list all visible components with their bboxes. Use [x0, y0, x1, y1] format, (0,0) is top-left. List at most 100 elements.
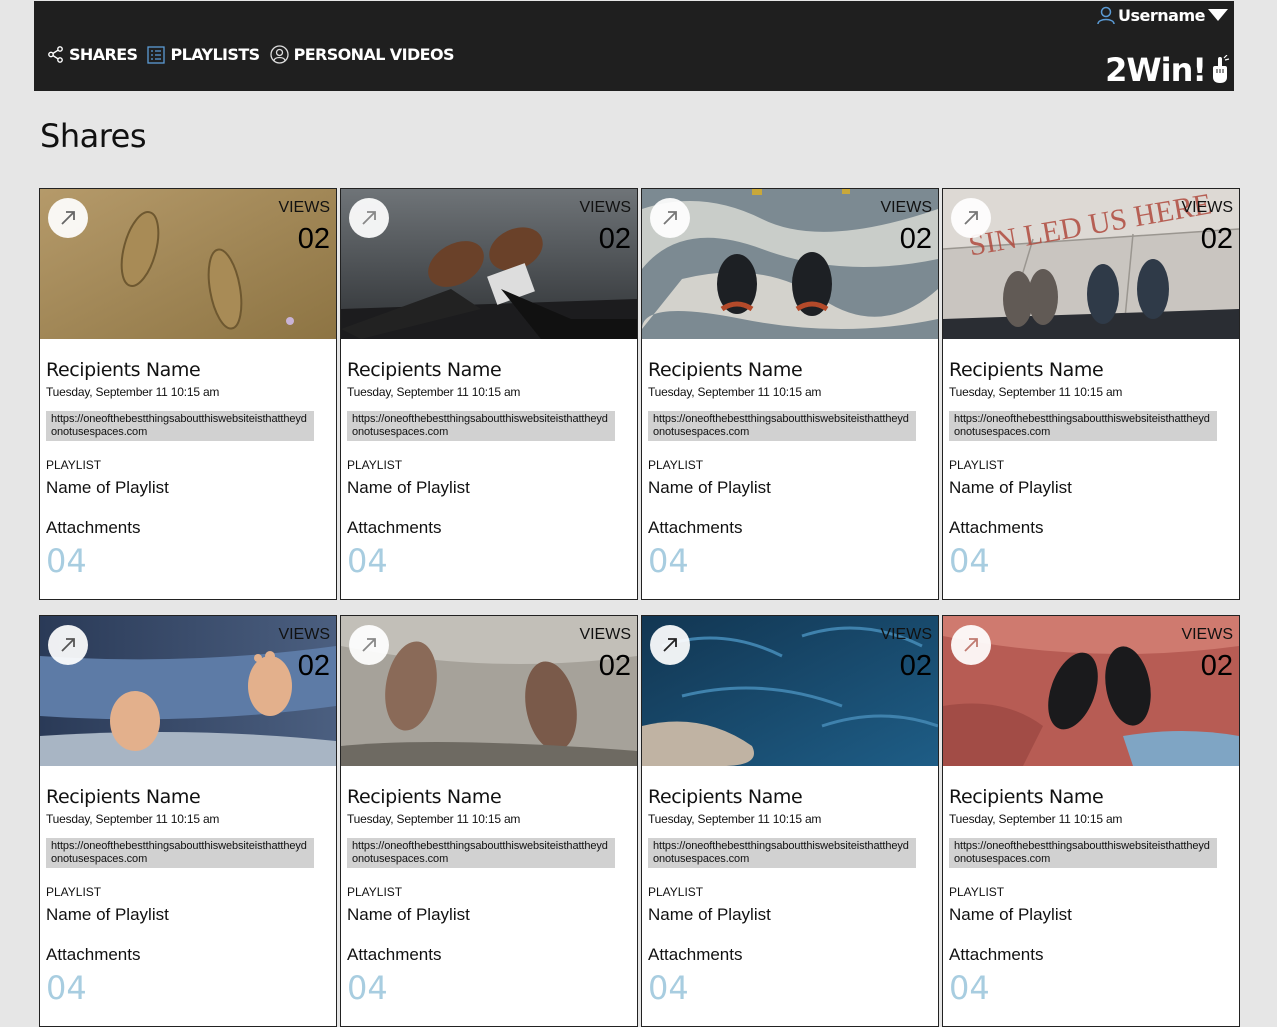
- brand-logo[interactable]: 2Win!: [1105, 51, 1230, 89]
- open-share-button[interactable]: [951, 625, 991, 665]
- playlist-name[interactable]: Name of Playlist: [648, 905, 932, 925]
- open-share-button[interactable]: [48, 198, 88, 238]
- attachments-count: 04: [648, 969, 689, 1007]
- share-url[interactable]: https://oneofthebestthingsaboutthiswebsi…: [648, 838, 916, 868]
- attachments-count: 04: [347, 542, 388, 580]
- main-nav: SHARES PLAYLISTS PERSONAL VIDEOS: [47, 45, 464, 64]
- attachments-label: Attachments: [347, 945, 442, 964]
- views-count: 02: [297, 223, 330, 255]
- open-share-button[interactable]: [349, 198, 389, 238]
- views-label: VIEWS: [579, 626, 631, 643]
- share-url[interactable]: https://oneofthebestthingsaboutthiswebsi…: [347, 411, 615, 441]
- share-url[interactable]: https://oneofthebestthingsaboutthiswebsi…: [949, 838, 1217, 868]
- views-count: 02: [598, 650, 631, 682]
- playlist-label: PLAYLIST: [648, 458, 704, 472]
- user-circle-icon: [269, 45, 289, 64]
- attachments-label: Attachments: [347, 518, 442, 537]
- arrow-up-right-icon: [362, 638, 376, 652]
- attachments-label: Attachments: [949, 518, 1044, 537]
- views-label: VIEWS: [1181, 199, 1233, 216]
- attachments-label: Attachments: [46, 945, 141, 964]
- share-url[interactable]: https://oneofthebestthingsaboutthiswebsi…: [46, 411, 314, 441]
- username-label: Username: [1118, 5, 1205, 25]
- video-thumbnail[interactable]: VIEWS 02: [642, 189, 938, 339]
- arrow-up-right-icon: [663, 638, 677, 652]
- recipient-name: Recipients Name: [46, 786, 201, 808]
- share-date: Tuesday, September 11 10:15 am: [949, 385, 1123, 399]
- views-label: VIEWS: [880, 626, 932, 643]
- video-thumbnail[interactable]: VIEWS 02: [642, 616, 938, 766]
- playlist-label: PLAYLIST: [46, 458, 102, 472]
- share-url[interactable]: https://oneofthebestthingsaboutthiswebsi…: [648, 411, 916, 441]
- video-thumbnail[interactable]: VIEWS 02: [341, 616, 637, 766]
- playlist-name[interactable]: Name of Playlist: [949, 905, 1233, 925]
- views-label: VIEWS: [278, 626, 330, 643]
- list-icon: [147, 45, 166, 64]
- brand-name: 2Win!: [1105, 51, 1207, 89]
- open-share-button[interactable]: [650, 625, 690, 665]
- share-date: Tuesday, September 11 10:15 am: [648, 812, 822, 826]
- share-url[interactable]: https://oneofthebestthingsaboutthiswebsi…: [46, 838, 314, 868]
- nav-playlists-label: PLAYLISTS: [170, 45, 260, 64]
- share-card: VIEWS 02 Recipients Name Tuesday, Septem…: [641, 188, 939, 600]
- views-count: 02: [297, 650, 330, 682]
- recipient-name: Recipients Name: [949, 786, 1104, 808]
- nav-shares[interactable]: SHARES: [47, 45, 138, 64]
- attachments-label: Attachments: [46, 518, 141, 537]
- share-card: VIEWS 02 Recipients Name Tuesday, Septem…: [39, 188, 337, 600]
- share-date: Tuesday, September 11 10:15 am: [949, 812, 1123, 826]
- share-date: Tuesday, September 11 10:15 am: [46, 812, 220, 826]
- share-url[interactable]: https://oneofthebestthingsaboutthiswebsi…: [949, 411, 1217, 441]
- playlist-name[interactable]: Name of Playlist: [648, 478, 932, 498]
- attachments-count: 04: [949, 969, 990, 1007]
- share-card: VIEWS 02 Recipients Name Tuesday, Septem…: [942, 615, 1240, 1027]
- views-label: VIEWS: [278, 199, 330, 216]
- nav-personal-videos[interactable]: PERSONAL VIDEOS: [269, 45, 455, 64]
- arrow-up-right-icon: [663, 211, 677, 225]
- playlist-name[interactable]: Name of Playlist: [347, 905, 631, 925]
- nav-playlists[interactable]: PLAYLISTS: [147, 45, 260, 64]
- open-share-button[interactable]: [650, 198, 690, 238]
- video-thumbnail[interactable]: VIEWS 02: [40, 616, 336, 766]
- open-share-button[interactable]: [349, 625, 389, 665]
- video-thumbnail[interactable]: VIEWS 02: [40, 189, 336, 339]
- attachments-label: Attachments: [648, 518, 743, 537]
- attachments-label: Attachments: [648, 945, 743, 964]
- open-share-button[interactable]: [48, 625, 88, 665]
- video-thumbnail[interactable]: SIN LED US HERE VIEWS 02: [943, 189, 1239, 339]
- recipient-name: Recipients Name: [347, 786, 502, 808]
- playlist-name[interactable]: Name of Playlist: [46, 478, 330, 498]
- top-bar: Username SHARES PLAYLISTS PERSONAL VIDEO…: [34, 1, 1234, 91]
- nav-personal-videos-label: PERSONAL VIDEOS: [293, 45, 455, 64]
- playlist-label: PLAYLIST: [347, 458, 403, 472]
- video-thumbnail[interactable]: VIEWS 02: [341, 189, 637, 339]
- arrow-up-right-icon: [964, 638, 978, 652]
- views-label: VIEWS: [1181, 626, 1233, 643]
- share-card: VIEWS 02 Recipients Name Tuesday, Septem…: [39, 615, 337, 1027]
- hand-icon: [1213, 55, 1230, 83]
- user-menu[interactable]: Username: [1096, 5, 1228, 25]
- share-date: Tuesday, September 11 10:15 am: [46, 385, 220, 399]
- open-share-button[interactable]: [951, 198, 991, 238]
- arrow-up-right-icon: [362, 211, 376, 225]
- video-thumbnail[interactable]: VIEWS 02: [943, 616, 1239, 766]
- playlist-label: PLAYLIST: [949, 885, 1005, 899]
- share-date: Tuesday, September 11 10:15 am: [648, 385, 822, 399]
- playlist-label: PLAYLIST: [949, 458, 1005, 472]
- share-icon: [48, 46, 63, 63]
- playlist-name[interactable]: Name of Playlist: [949, 478, 1233, 498]
- views-count: 02: [1200, 223, 1233, 255]
- playlist-label: PLAYLIST: [46, 885, 102, 899]
- share-card: SIN LED US HERE VIEWS 02 Recipients Name…: [942, 188, 1240, 600]
- views-label: VIEWS: [880, 199, 932, 216]
- playlist-name[interactable]: Name of Playlist: [347, 478, 631, 498]
- attachments-count: 04: [347, 969, 388, 1007]
- attachments-count: 04: [648, 542, 689, 580]
- attachments-count: 04: [46, 542, 87, 580]
- playlist-name[interactable]: Name of Playlist: [46, 905, 330, 925]
- share-url[interactable]: https://oneofthebestthingsaboutthiswebsi…: [347, 838, 615, 868]
- share-card: VIEWS 02 Recipients Name Tuesday, Septem…: [340, 615, 638, 1027]
- page-title: Shares: [40, 117, 147, 155]
- arrow-up-right-icon: [61, 638, 75, 652]
- playlist-label: PLAYLIST: [347, 885, 403, 899]
